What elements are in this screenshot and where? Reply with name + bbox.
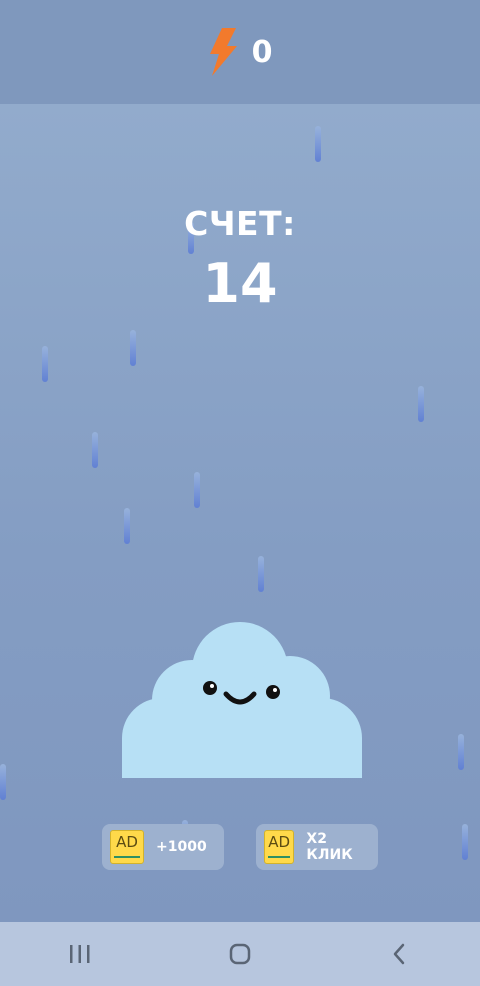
ad-double-label: X2 КЛИК: [306, 831, 353, 863]
raindrop: [462, 824, 468, 860]
recent-apps-icon: [70, 945, 90, 963]
raindrop: [124, 508, 130, 544]
system-nav-bar: [0, 922, 480, 986]
ad-bonus-1000-button[interactable]: AD +1000: [102, 824, 224, 870]
raindrop: [92, 432, 98, 468]
ad-icon: AD: [110, 830, 144, 864]
back-button[interactable]: [370, 934, 430, 974]
raindrop: [458, 734, 464, 770]
game-area[interactable]: СЧЕТ: 14 AD +1000 AD X2 КЛИК: [0, 104, 480, 922]
home-icon: [229, 943, 251, 965]
score-value: 14: [202, 252, 278, 315]
raindrop: [418, 386, 424, 422]
cloud-character[interactable]: [114, 620, 366, 782]
home-button[interactable]: [210, 934, 270, 974]
raindrop: [315, 126, 321, 162]
raindrop: [130, 330, 136, 366]
score-label: СЧЕТ:: [184, 204, 296, 243]
raindrop: [42, 346, 48, 382]
recent-apps-button[interactable]: [50, 934, 110, 974]
top-bar: 0: [0, 0, 480, 104]
lightning-bolt-icon: [208, 28, 238, 76]
back-icon: [393, 943, 405, 965]
raindrop: [0, 764, 6, 800]
ad-icon: AD: [264, 830, 295, 864]
raindrop: [194, 472, 200, 508]
energy-count: 0: [251, 34, 273, 70]
ad-double-click-button[interactable]: AD X2 КЛИК: [256, 824, 378, 870]
ad-bonus-label: +1000: [156, 839, 207, 855]
raindrop: [258, 556, 264, 592]
